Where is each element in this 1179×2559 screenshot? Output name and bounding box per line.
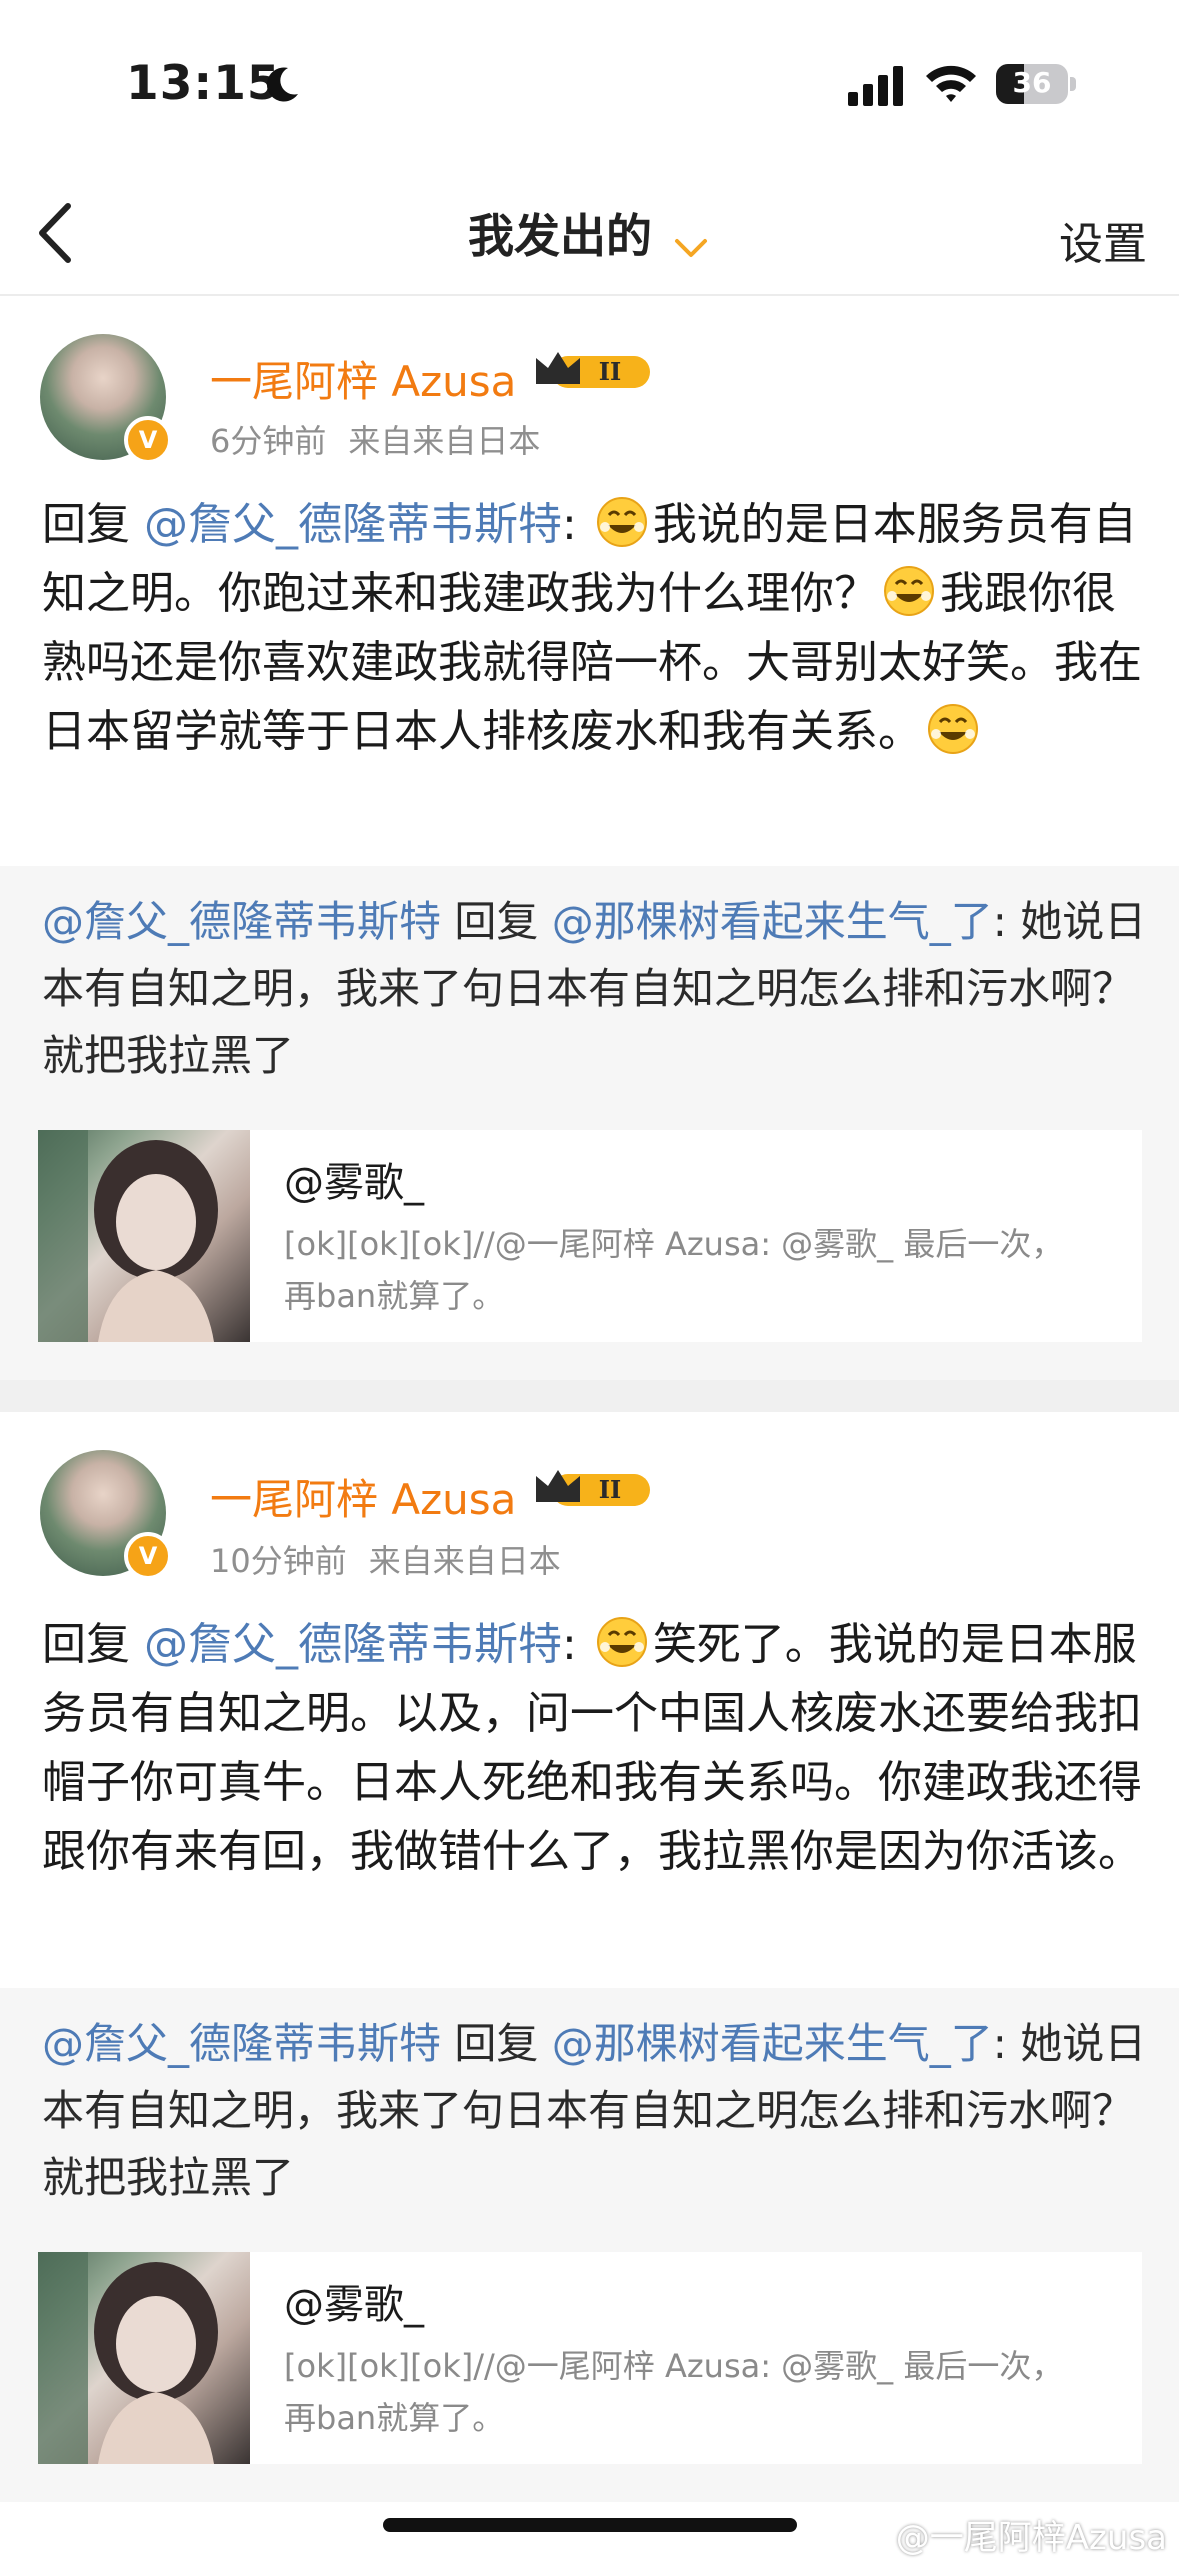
repost-preview[interactable]: @雾歌_ [ok][ok][ok]//@一尾阿梓 Azusa: @雾歌_ 最后一… bbox=[38, 2252, 1142, 2464]
mention-link[interactable]: @詹父_德隆蒂韦斯特 bbox=[42, 2019, 441, 2068]
quoted-text: @詹父_德隆蒂韦斯特 回复 @那棵树看起来生气_了: 她说日本有自知之明，我来了… bbox=[42, 897, 1147, 1080]
repost-preview[interactable]: @雾歌_ [ok][ok][ok]//@一尾阿梓 Azusa: @雾歌_ 最后一… bbox=[38, 1130, 1142, 1342]
post-card: V 一尾阿梓 Azusa II 6分钟前 来自来自日本 回复 @詹父_德隆蒂韦斯特… bbox=[0, 296, 1179, 866]
quoted-post[interactable]: @詹父_德隆蒂韦斯特 回复 @那棵树看起来生气_了: 她说日本有自知之明，我来了… bbox=[0, 866, 1179, 1380]
status-bar: 13:15 36 bbox=[0, 0, 1179, 170]
grin-emoji-icon bbox=[596, 497, 647, 547]
wifi-icon bbox=[926, 65, 976, 102]
grin-emoji-icon bbox=[928, 704, 978, 754]
mention-link[interactable]: @詹父_德隆蒂韦斯特 bbox=[42, 897, 441, 946]
battery-indicator: 36 bbox=[996, 64, 1076, 104]
mention-link[interactable]: @那棵树看起来生气_了 bbox=[552, 2019, 993, 2068]
vip-crown-icon[interactable]: II bbox=[532, 1466, 652, 1512]
username[interactable]: 一尾阿梓 Azusa bbox=[210, 348, 516, 409]
page-title: 我发出的 bbox=[467, 209, 652, 263]
svg-text:II: II bbox=[599, 357, 621, 386]
repost-text: [ok][ok][ok]//@一尾阿梓 Azusa: @雾歌_ 最后一次，再ba… bbox=[284, 1225, 1064, 1315]
quoted-post[interactable]: @詹父_德隆蒂韦斯特 回复 @那棵树看起来生气_了: 她说日本有自知之明，我来了… bbox=[0, 1988, 1179, 2502]
post-card: V 一尾阿梓 Azusa II 10分钟前 来自来自日本 回复 @詹父_德隆蒂韦斯… bbox=[0, 1412, 1179, 1988]
post-time: 6分钟前 bbox=[210, 422, 327, 460]
post-source: 来自来自日本 bbox=[368, 1542, 561, 1580]
divider bbox=[0, 1380, 1179, 1412]
post-meta: 6分钟前 来自来自日本 bbox=[210, 416, 562, 462]
moon-icon bbox=[266, 67, 298, 102]
svg-text:II: II bbox=[599, 1475, 621, 1504]
home-indicator[interactable] bbox=[383, 2518, 797, 2532]
post-source: 来自来自日本 bbox=[348, 422, 541, 460]
nav-bar: 我发出的 设置 bbox=[0, 170, 1179, 296]
repost-user[interactable]: @雾歌_ bbox=[284, 1150, 424, 1208]
post-text: 回复 @詹父_德隆蒂韦斯特: 我说的是日本服务员有自知之明。你跑过来和我建政我为… bbox=[42, 490, 1142, 766]
verified-badge: V bbox=[124, 416, 172, 464]
verified-badge: V bbox=[124, 1532, 172, 1580]
username[interactable]: 一尾阿梓 Azusa bbox=[210, 1466, 516, 1527]
repost-text: [ok][ok][ok]//@一尾阿梓 Azusa: @雾歌_ 最后一次，再ba… bbox=[284, 2347, 1064, 2437]
cellular-signal-icon bbox=[848, 66, 903, 106]
grin-emoji-icon bbox=[596, 1617, 647, 1667]
repost-user[interactable]: @雾歌_ bbox=[284, 2272, 424, 2330]
repost-thumbnail bbox=[38, 2252, 250, 2464]
grin-emoji-icon bbox=[884, 566, 934, 616]
mention-link[interactable]: @那棵树看起来生气_了 bbox=[552, 897, 993, 946]
quoted-text: @詹父_德隆蒂韦斯特 回复 @那棵树看起来生气_了: 她说日本有自知之明，我来了… bbox=[42, 2019, 1147, 2202]
watermark: @一尾阿梓Azusa bbox=[895, 2518, 1167, 2558]
chevron-down-icon bbox=[675, 238, 708, 257]
mention-link[interactable]: @詹父_德隆蒂韦斯特 bbox=[144, 1619, 562, 1670]
mention-link[interactable]: @詹父_德隆蒂韦斯特 bbox=[144, 499, 562, 550]
post-text: 回复 @詹父_德隆蒂韦斯特: 笑死了。我说的是日本服务员有自知之明。以及，问一个… bbox=[42, 1610, 1142, 1886]
page-title-dropdown[interactable]: 我发出的 bbox=[0, 200, 1179, 266]
vip-crown-icon[interactable]: II bbox=[532, 348, 652, 394]
repost-thumbnail bbox=[38, 1130, 250, 1342]
settings-button[interactable]: 设置 bbox=[1059, 208, 1147, 272]
post-time: 10分钟前 bbox=[210, 1542, 347, 1580]
post-meta: 10分钟前 来自来自日本 bbox=[210, 1536, 583, 1582]
battery-percent: 36 bbox=[1012, 66, 1052, 99]
status-time: 13:15 bbox=[126, 56, 281, 111]
